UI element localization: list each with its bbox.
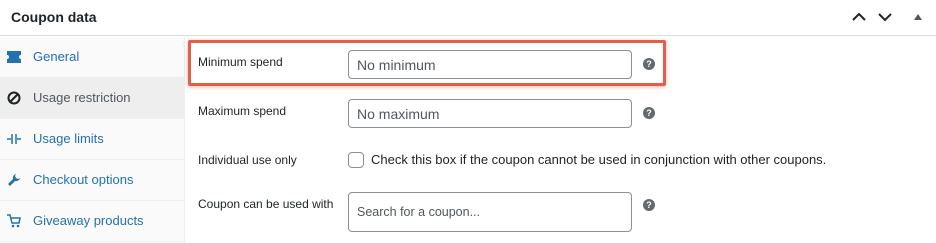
wrench-icon [7, 173, 21, 187]
tab-usage-restriction[interactable]: Usage restriction [0, 78, 185, 119]
tab-general[interactable]: General [0, 37, 185, 78]
usage-restriction-panel: Minimum spend ? Maximum spend ? Individu… [186, 37, 936, 243]
individual-use-description: Check this box if the coupon cannot be u… [371, 152, 827, 167]
help-icon[interactable]: ? [643, 199, 655, 211]
tab-giveaway-products[interactable]: Giveaway products [0, 201, 185, 242]
coupon-can-be-used-with-label: Coupon can be used with [198, 197, 334, 211]
coupon-data-header: Coupon data [0, 0, 936, 36]
tab-general-label: General [33, 49, 80, 64]
chevron-up-icon[interactable] [848, 6, 870, 28]
toggle-arrow-icon[interactable] [907, 6, 929, 28]
panel-title: Coupon data [11, 9, 97, 25]
limits-icon [7, 132, 21, 146]
minimum-spend-input[interactable] [348, 50, 632, 79]
chevron-down-icon[interactable] [874, 6, 896, 28]
cart-icon [7, 214, 21, 228]
minimum-spend-label: Minimum spend [198, 55, 283, 69]
help-icon[interactable]: ? [643, 107, 655, 119]
tab-usage-restriction-label: Usage restriction [33, 90, 131, 105]
maximum-spend-input[interactable] [348, 99, 632, 128]
tab-checkout-options[interactable]: Checkout options [0, 160, 185, 201]
ticket-icon [7, 50, 21, 64]
help-icon[interactable]: ? [643, 58, 655, 70]
block-icon [7, 91, 21, 105]
maximum-spend-label: Maximum spend [198, 104, 287, 118]
individual-use-checkbox[interactable] [348, 152, 364, 168]
tab-giveaway-products-label: Giveaway products [33, 213, 144, 228]
individual-use-label: Individual use only [198, 153, 297, 167]
coupon-tabs-sidebar: General Usage restriction Usage limits C… [0, 37, 185, 243]
tab-checkout-options-label: Checkout options [33, 172, 134, 187]
tab-usage-limits[interactable]: Usage limits [0, 119, 185, 160]
coupon-search-input[interactable] [348, 192, 632, 232]
tab-usage-limits-label: Usage limits [33, 131, 104, 146]
